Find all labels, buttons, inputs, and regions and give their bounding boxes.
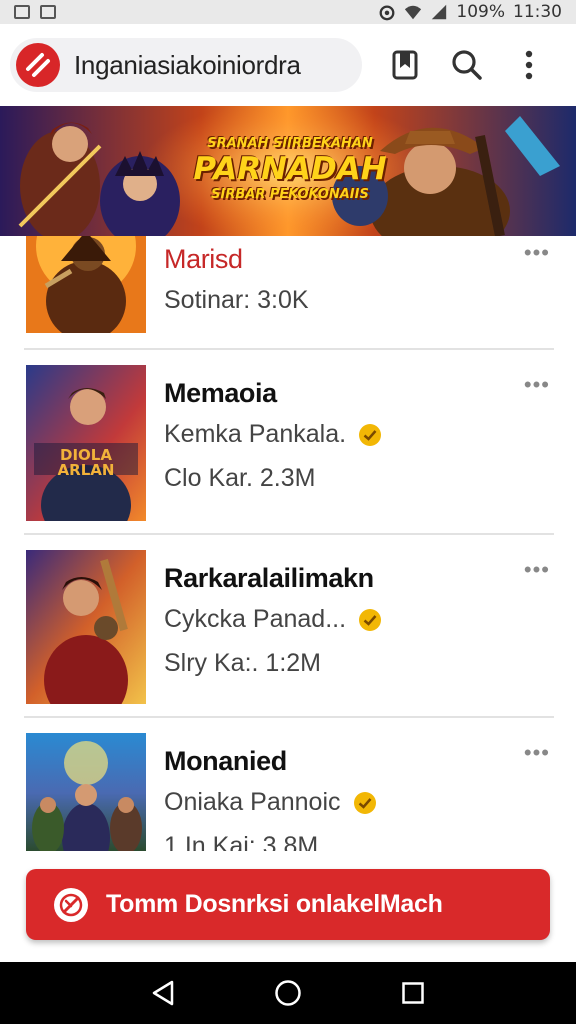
clock: 11:30 — [513, 2, 562, 22]
primary-action-label: Tomm Dosnrksi onlakelMach — [106, 890, 443, 918]
system-nav-bar — [0, 962, 576, 1024]
item-stat: Sotinar: 3:0K — [164, 286, 309, 314]
overflow-menu-button[interactable] — [498, 38, 560, 92]
notification-icon — [14, 5, 30, 19]
item-more-button[interactable]: ••• — [524, 557, 550, 583]
item-stat: Slry Ka:. 1:2M — [164, 649, 321, 677]
save-notification-icon — [40, 5, 56, 19]
banner-line-3: SIRBAR PEKOKONAIIS — [211, 187, 369, 202]
verified-badge-icon — [353, 791, 376, 814]
item-thumbnail — [26, 550, 146, 704]
status-bar: 109% 11:30 — [0, 0, 576, 24]
item-title: Memaoia — [164, 378, 277, 408]
battery-text: 109% — [456, 2, 505, 22]
bookmark-icon — [392, 50, 418, 80]
more-vert-icon — [525, 50, 533, 80]
item-subtitle-row: Cykcka Panad... — [164, 605, 382, 634]
item-more-button[interactable]: ••• — [524, 372, 550, 398]
item-stat: 1 In Kai: 3.8M — [164, 832, 319, 851]
svg-text:ARLAN: ARLAN — [58, 461, 115, 479]
alarm-icon — [379, 5, 395, 21]
top-bar: Inganiasiakoiniordra — [0, 24, 576, 106]
address-bar-text: Inganiasiakoiniordra — [74, 49, 301, 80]
banner-line-1: SRANAH SIIRBEKAHAN — [207, 136, 373, 151]
verified-badge-icon — [359, 608, 382, 631]
item-subtitle: Cykcka Panad... — [164, 605, 347, 633]
wifi-icon — [405, 5, 422, 20]
site-logo-icon — [16, 43, 60, 87]
list-item[interactable]: Marisd Sotinar: 3:0K ••• — [0, 236, 576, 349]
verified-badge-icon — [359, 423, 382, 446]
banner-line-2: PARNADAH — [193, 151, 387, 187]
back-button[interactable] — [143, 973, 183, 1013]
signal-icon — [432, 4, 447, 20]
item-stat: Clo Kar. 2.3M — [164, 464, 316, 492]
home-circle-icon — [275, 980, 301, 1006]
item-title: Marisd — [164, 244, 243, 274]
recents-button[interactable] — [393, 973, 433, 1013]
item-more-button[interactable]: ••• — [524, 240, 550, 266]
item-title: Monanied — [164, 746, 287, 776]
bookmark-button[interactable] — [374, 38, 436, 92]
item-more-button[interactable]: ••• — [524, 740, 550, 766]
item-thumbnail: DIOLA ARLAN — [26, 365, 146, 521]
list-item[interactable]: DIOLA ARLAN Memaoia Kemka Pankala. Clo Ka… — [0, 350, 576, 534]
item-title: Rarkaralailimakn — [164, 563, 374, 593]
list-item[interactable]: Monanied Oniaka Pannoic 1 In Kai: 3.8M •… — [0, 718, 576, 851]
back-triangle-icon — [152, 980, 173, 1006]
item-subtitle-row: Kemka Pankala. — [164, 420, 382, 449]
item-subtitle: Oniaka Pannoic — [164, 788, 341, 816]
item-subtitle-row: Oniaka Pannoic — [164, 788, 377, 817]
home-button[interactable] — [268, 973, 308, 1013]
promo-banner[interactable]: SRANAH SIIRBEKAHAN PARNADAH SIRBAR PEKOK… — [0, 106, 576, 236]
recents-square-icon — [402, 982, 425, 1004]
search-button[interactable] — [436, 38, 498, 92]
block-icon — [54, 887, 88, 922]
status-left — [14, 5, 56, 19]
address-bar[interactable]: Inganiasiakoiniordra — [10, 38, 362, 92]
item-thumbnail — [26, 733, 146, 851]
results-list: Marisd Sotinar: 3:0K ••• DIOLA ARLAN Mema… — [0, 236, 576, 851]
primary-action-button[interactable]: Tomm Dosnrksi onlakelMach — [26, 869, 550, 940]
search-icon — [452, 50, 482, 80]
item-subtitle: Kemka Pankala. — [164, 420, 347, 448]
list-item[interactable]: Rarkaralailimakn Cykcka Panad... Slry Ka… — [0, 535, 576, 717]
item-thumbnail — [26, 236, 146, 333]
banner-title: SRANAH SIIRBEKAHAN PARNADAH SIRBAR PEKOK… — [190, 136, 390, 202]
status-right: 109% 11:30 — [378, 2, 562, 22]
